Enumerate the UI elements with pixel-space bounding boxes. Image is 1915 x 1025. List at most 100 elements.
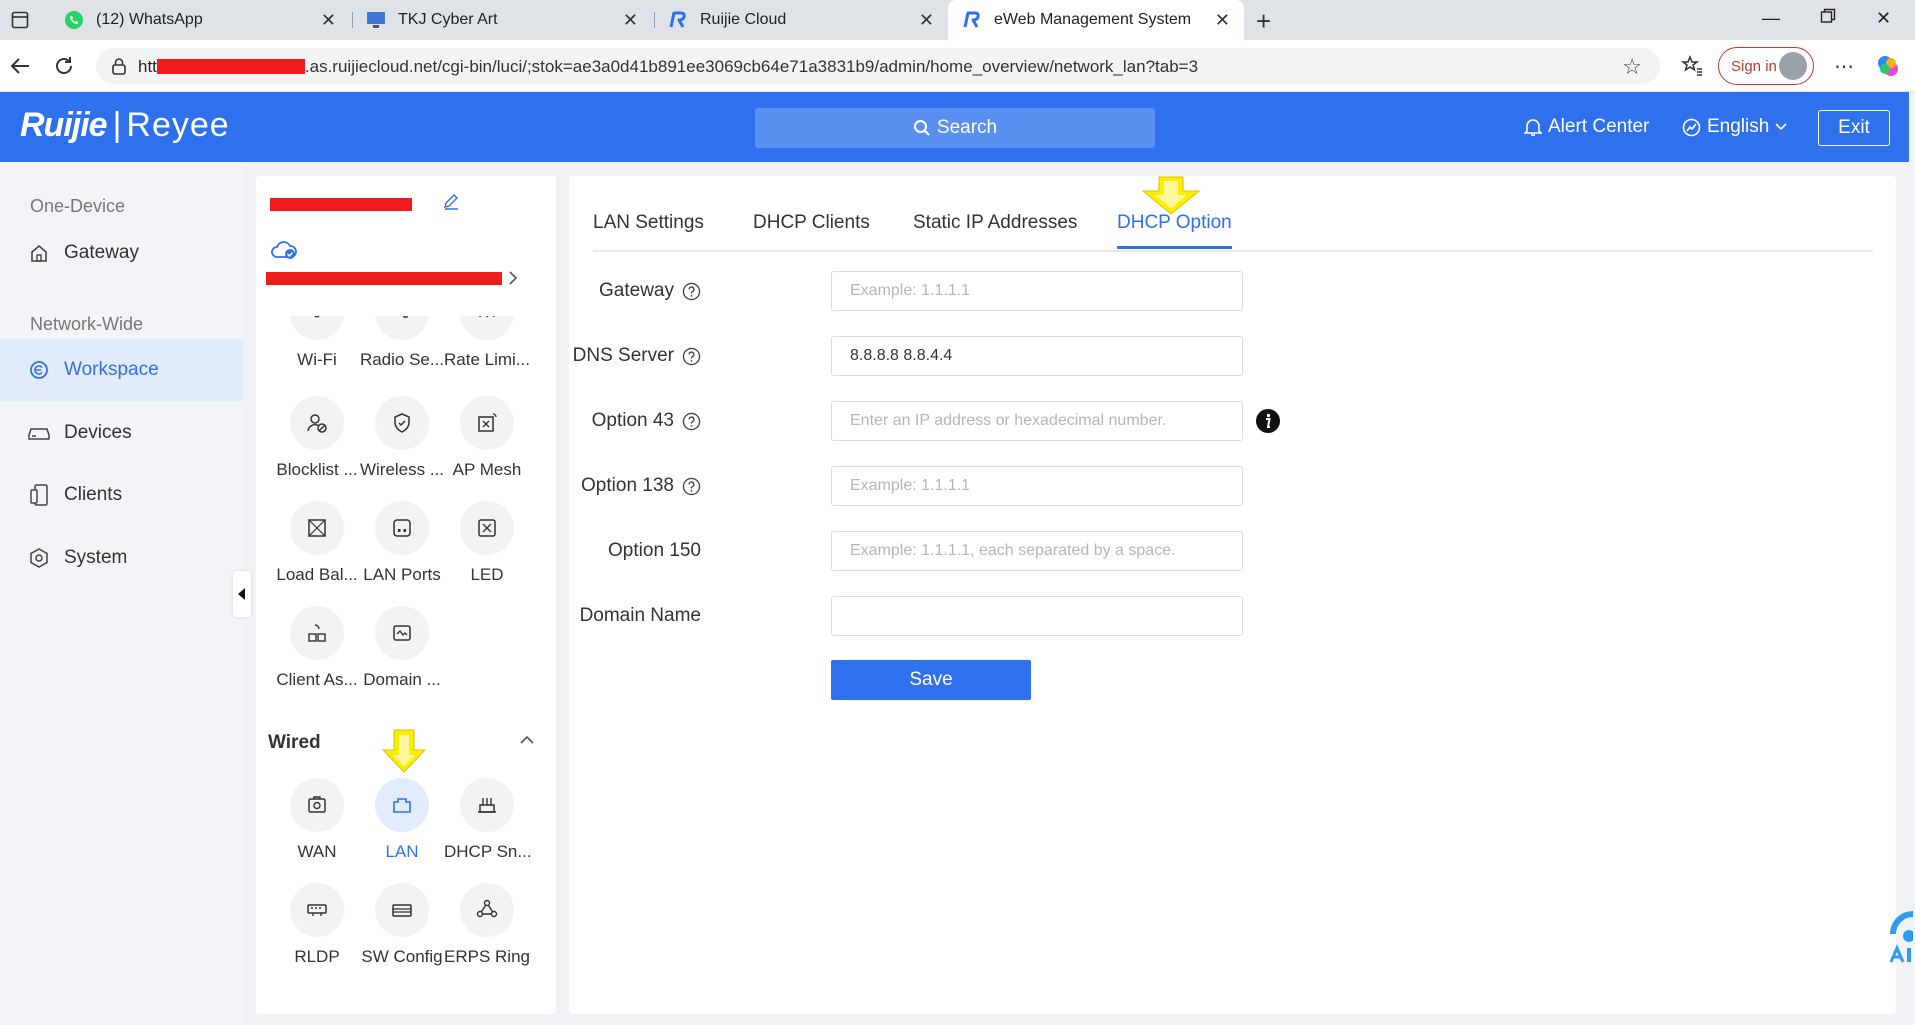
- tile-client-association[interactable]: Client As...: [274, 606, 360, 690]
- more-options-icon[interactable]: ⋯: [1830, 52, 1858, 80]
- sidebar-item-gateway[interactable]: Gateway: [0, 222, 243, 284]
- new-tab-button[interactable]: +: [1256, 6, 1271, 37]
- sidebar-item-devices[interactable]: Devices: [0, 402, 243, 464]
- tile-label: LAN Ports: [363, 565, 441, 584]
- sidebar-item-label: Clients: [64, 484, 123, 505]
- tile-wan[interactable]: WAN: [274, 778, 360, 862]
- sidebar-item-clients[interactable]: Clients: [0, 464, 243, 526]
- dhcp-snooping-icon: [460, 778, 514, 832]
- favorite-star-icon[interactable]: ☆: [1622, 54, 1642, 80]
- close-tab-icon[interactable]: ✕: [321, 10, 336, 31]
- whatsapp-icon: [64, 10, 84, 30]
- feature-panel: Wi-Fi Radio Se... Rate Limi... Blocklist…: [256, 176, 556, 1014]
- tile-label: DHCP Sn...: [444, 842, 530, 861]
- collapse-sidebar-button[interactable]: [233, 571, 251, 617]
- edit-icon[interactable]: [442, 192, 460, 210]
- yellow-arrow-icon: [381, 729, 427, 773]
- field-label-option-138: Option 138: [581, 466, 701, 506]
- site-info-icon[interactable]: [110, 57, 128, 80]
- tile-label: SW Config: [361, 947, 443, 966]
- tab-actions-icon[interactable]: [8, 8, 32, 32]
- browser-tab-tkj[interactable]: TKJ Cyber Art ✕: [352, 0, 652, 40]
- tab-static-ip-addresses[interactable]: Static IP Addresses: [913, 212, 1077, 246]
- url-scheme: htt: [138, 57, 157, 76]
- gateway-input[interactable]: [831, 271, 1243, 311]
- redacted-account: [266, 272, 502, 285]
- close-tab-icon[interactable]: ✕: [1215, 10, 1230, 31]
- favorites-icon[interactable]: [1678, 52, 1706, 80]
- minimize-icon[interactable]: —: [1762, 8, 1780, 29]
- search-button[interactable]: Search: [755, 108, 1155, 148]
- tile-led[interactable]: LED: [444, 501, 530, 585]
- alert-center-button[interactable]: Alert Center: [1524, 116, 1649, 138]
- app-header: Ruijie | Reyee Search Alert Center English…: [0, 92, 1909, 162]
- back-icon[interactable]: [6, 52, 34, 80]
- dns-server-input[interactable]: [831, 336, 1243, 376]
- option-138-input[interactable]: [831, 466, 1243, 506]
- browser-tab-ruijie-cloud[interactable]: Ruijie Cloud ✕: [654, 0, 948, 40]
- brand-logo: Ruijie | Reyee: [20, 106, 230, 145]
- info-icon[interactable]: [1255, 408, 1281, 434]
- tile-lan[interactable]: LAN: [359, 778, 445, 862]
- restore-icon[interactable]: [1820, 8, 1836, 29]
- chevron-up-icon[interactable]: [520, 732, 534, 750]
- tile-label: AP Mesh: [452, 460, 522, 479]
- sidebar-item-system[interactable]: System: [0, 527, 243, 589]
- wan-icon: [290, 778, 344, 832]
- home-icon: [28, 242, 50, 264]
- tile-rldp[interactable]: RLDP: [274, 883, 360, 967]
- tile-label: RLDP: [294, 947, 340, 966]
- avatar: [1779, 52, 1807, 80]
- tab-dhcp-option[interactable]: DHCP Option: [1117, 212, 1232, 249]
- nav-group-one-device: One-Device: [30, 196, 126, 216]
- reload-icon[interactable]: [50, 52, 78, 80]
- sidebar-item-workspace[interactable]: Workspace: [0, 339, 243, 401]
- tile-ap-mesh[interactable]: AP Mesh: [444, 396, 530, 480]
- close-window-icon[interactable]: ✕: [1876, 8, 1891, 29]
- copilot-icon[interactable]: [1874, 52, 1902, 80]
- domain-icon: [375, 606, 429, 660]
- tile-domain[interactable]: Domain ...: [359, 606, 445, 690]
- field-label-domain-name: Domain Name: [580, 596, 701, 636]
- tile-sw-config[interactable]: SW Config: [359, 883, 445, 967]
- save-button[interactable]: Save: [831, 660, 1031, 700]
- tile-blocklist[interactable]: Blocklist ...: [274, 396, 360, 480]
- tile-erps-ring[interactable]: ERPS Ring: [444, 883, 530, 967]
- option-43-input[interactable]: [831, 401, 1243, 441]
- exit-button[interactable]: Exit: [1818, 110, 1890, 146]
- form-row-domain-name: Domain Name: [569, 596, 1469, 636]
- switch-config-icon: [375, 883, 429, 937]
- option-150-input[interactable]: [831, 531, 1243, 571]
- sign-in-label: Sign in: [1731, 57, 1777, 75]
- tile-label: Wi-Fi: [297, 350, 337, 369]
- help-icon[interactable]: [682, 412, 701, 431]
- help-icon[interactable]: [682, 282, 701, 301]
- floating-assistant-icon[interactable]: [1883, 910, 1913, 970]
- tab-lan-settings[interactable]: LAN Settings: [593, 212, 704, 246]
- sign-in-button[interactable]: Sign in: [1718, 47, 1814, 85]
- language-selector[interactable]: English: [1682, 116, 1787, 138]
- label-text: Domain Name: [579, 605, 701, 626]
- close-tab-icon[interactable]: ✕: [919, 10, 934, 31]
- sidebar: One-Device Gateway Network-Wide Workspac…: [0, 162, 243, 1025]
- tile-dhcp-snooping[interactable]: DHCP Sn...: [444, 778, 530, 862]
- tab-dhcp-clients[interactable]: DHCP Clients: [753, 212, 870, 246]
- close-tab-icon[interactable]: ✕: [623, 10, 638, 31]
- browser-tab-whatsapp[interactable]: (12) WhatsApp ✕: [50, 0, 350, 40]
- tile-wireless-security[interactable]: Wireless ...: [359, 396, 445, 480]
- main-content: LAN Settings DHCP Clients Static IP Addr…: [569, 176, 1896, 1014]
- chevron-right-icon[interactable]: [508, 270, 518, 286]
- url-field[interactable]: htt .as.ruijiecloud.net/cgi-bin/luci/;sto…: [96, 48, 1660, 84]
- tile-load-balance[interactable]: Load Bal...: [274, 501, 360, 585]
- label-text: Gateway: [599, 280, 674, 301]
- cloud-connected-icon: [271, 241, 297, 259]
- help-icon[interactable]: [682, 477, 701, 496]
- domain-name-input[interactable]: [831, 596, 1243, 636]
- browser-tab-eweb[interactable]: eWeb Management System ✕: [948, 0, 1244, 40]
- form-row-gateway: Gateway: [569, 271, 1469, 311]
- lan-ports-icon: [375, 501, 429, 555]
- label-text: DNS Server: [572, 345, 674, 366]
- browser-tab-title: TKJ Cyber Art: [398, 11, 498, 28]
- help-icon[interactable]: [682, 347, 701, 366]
- tile-lan-ports[interactable]: LAN Ports: [359, 501, 445, 585]
